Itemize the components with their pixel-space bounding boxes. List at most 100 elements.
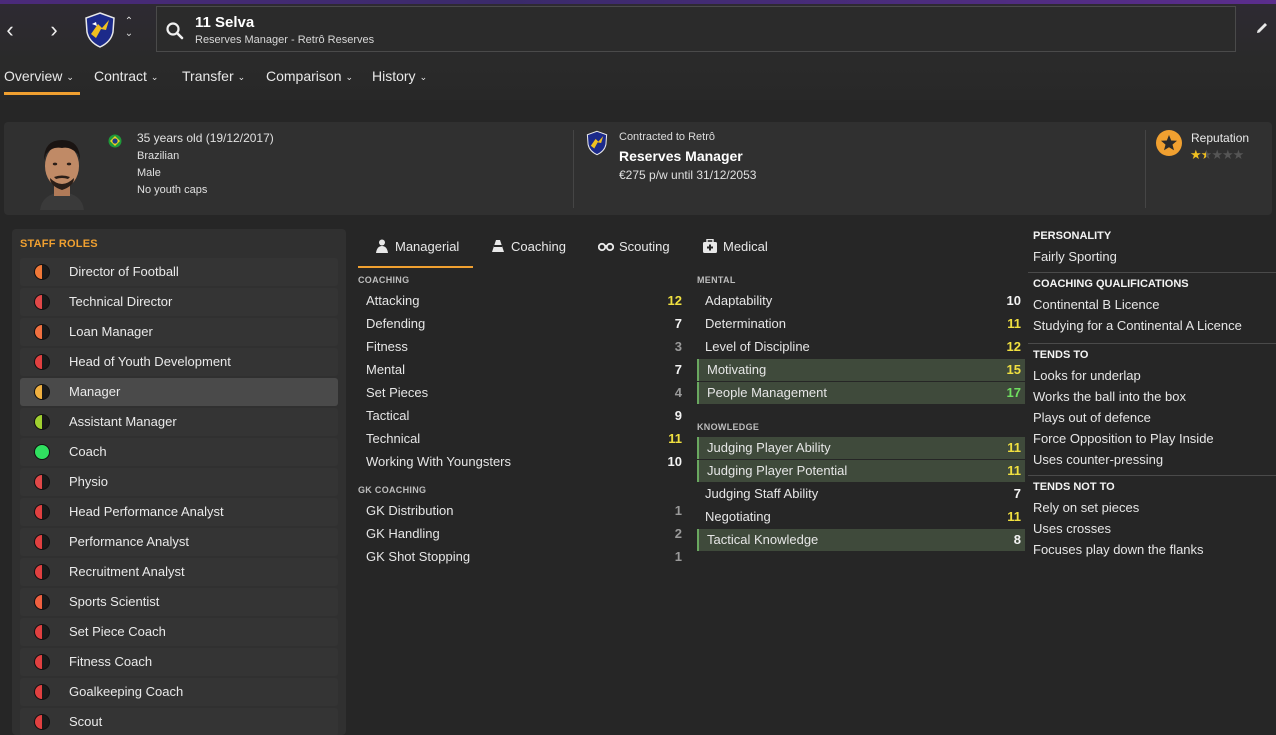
tab-label: Scouting — [619, 239, 670, 254]
contract-wage: €275 p/w until 31/12/2053 — [619, 168, 757, 182]
qualifications-title: COACHING QUALIFICATIONS — [1033, 278, 1189, 290]
attribute-value: 9 — [674, 408, 682, 423]
attribute-value: 10 — [667, 454, 682, 469]
tab-coaching[interactable]: Coaching — [490, 234, 566, 268]
binoculars-icon — [598, 242, 614, 252]
attribute-name: Determination — [705, 316, 786, 331]
attribute-name: Attacking — [366, 293, 420, 308]
staff-role-item[interactable]: Technical Director — [20, 288, 338, 316]
tab-comparison[interactable]: Comparison ⌄ — [266, 66, 353, 94]
tab-history[interactable]: History ⌄ — [372, 66, 427, 94]
attribute-row[interactable]: Motivating 15 — [697, 359, 1025, 381]
attribute-row[interactable]: Fitness 3 — [358, 336, 686, 358]
tab-transfer[interactable]: Transfer ⌄ — [182, 66, 245, 94]
attribute-row[interactable]: Defending 7 — [358, 313, 686, 335]
forward-arrow-icon[interactable]: › — [44, 18, 64, 42]
nationality-text: Brazilian — [137, 150, 180, 162]
attribute-row[interactable]: Technical 11 — [358, 428, 686, 450]
attribute-row[interactable]: GK Handling 2 — [358, 523, 686, 545]
attribute-row[interactable]: Tactical 9 — [358, 405, 686, 427]
side-list-item: Studying for a Continental A Licence — [1033, 318, 1242, 333]
role-suitability-icon — [34, 354, 50, 370]
staff-role-item[interactable]: Manager — [20, 378, 338, 406]
role-label: Physio — [69, 474, 109, 489]
divider — [1145, 130, 1146, 208]
attribute-row[interactable]: GK Shot Stopping 1 — [358, 546, 686, 568]
staff-role-item[interactable]: Fitness Coach — [20, 648, 338, 676]
attribute-row[interactable]: GK Distribution 1 — [358, 500, 686, 522]
title-search-box[interactable]: 11 Selva Reserves Manager - Retrô Reserv… — [156, 6, 1236, 52]
tab-label: Managerial — [395, 239, 460, 254]
role-label: Recruitment Analyst — [69, 564, 185, 579]
brazil-flag-icon — [108, 134, 122, 148]
side-list-item: Focuses play down the flanks — [1033, 542, 1204, 557]
top-bar: ‹ › ⌃ ⌄ 11 Selva Reserves Manager - Retrô… — [0, 0, 1276, 100]
attribute-row[interactable]: Judging Player Potential 11 — [697, 460, 1025, 482]
pencil-icon[interactable] — [1254, 20, 1270, 36]
up-down-switch-icon[interactable]: ⌃ ⌄ — [122, 16, 136, 40]
star-icon: ★ — [1190, 147, 1202, 162]
attribute-row[interactable]: Judging Player Ability 11 — [697, 437, 1025, 459]
tab-managerial[interactable]: Managerial — [358, 234, 473, 268]
contract-label[interactable]: Contracted to Retrô — [619, 131, 715, 143]
tab-contract[interactable]: Contract ⌄ — [94, 66, 158, 94]
staff-role-item[interactable]: Head of Youth Development — [20, 348, 338, 376]
mental-title: MENTAL — [697, 275, 736, 285]
role-label: Director of Football — [69, 264, 179, 279]
role-suitability-icon — [34, 564, 50, 580]
staff-role-item[interactable]: Set Piece Coach — [20, 618, 338, 646]
attribute-name: People Management — [707, 385, 827, 400]
tab-overview[interactable]: Overview ⌄ — [4, 66, 80, 95]
youth-caps-text: No youth caps — [137, 184, 208, 196]
coaching-cone-icon — [492, 240, 504, 252]
divider — [573, 130, 574, 208]
gk-coaching-title: GK COACHING — [358, 485, 427, 495]
reputation-stars: ★★★★★ — [1190, 147, 1244, 163]
attribute-name: Working With Youngsters — [366, 454, 511, 469]
attribute-row[interactable]: Set Pieces 4 — [358, 382, 686, 404]
attribute-row[interactable]: Tactical Knowledge 8 — [697, 529, 1025, 551]
star-icon: ★ — [1200, 147, 1213, 162]
tab-label: History — [372, 68, 416, 84]
profile-strip: 35 years old (19/12/2017) Brazilian Male… — [4, 122, 1272, 215]
attribute-name: Defending — [366, 316, 426, 331]
attribute-row[interactable]: Adaptability 10 — [697, 290, 1025, 312]
role-label: Head of Youth Development — [69, 354, 231, 369]
attribute-row[interactable]: People Management 17 — [697, 382, 1025, 404]
club-crest-icon — [85, 12, 115, 48]
reputation-label: Reputation — [1191, 131, 1250, 145]
attribute-row[interactable]: Working With Youngsters 10 — [358, 451, 686, 473]
tab-medical[interactable]: Medical — [702, 234, 768, 268]
attribute-value: 3 — [674, 339, 682, 354]
staff-role-item[interactable]: Director of Football — [20, 258, 338, 286]
staff-role-item[interactable]: Sports Scientist — [20, 588, 338, 616]
staff-role-item[interactable]: Head Performance Analyst — [20, 498, 338, 526]
attribute-row[interactable]: Judging Staff Ability 7 — [697, 483, 1025, 505]
divider — [1028, 343, 1276, 344]
role-label: Scout — [69, 714, 103, 729]
attribute-row[interactable]: Determination 11 — [697, 313, 1025, 335]
star-badge-icon — [1156, 130, 1182, 156]
star-icon: ★ — [1211, 147, 1223, 162]
staff-role-item[interactable]: Recruitment Analyst — [20, 558, 338, 586]
staff-role-item[interactable]: Coach — [20, 438, 338, 466]
staff-role-item[interactable]: Scout — [20, 708, 338, 735]
attribute-name: Level of Discipline — [705, 339, 810, 354]
chevron-down-icon: ⌄ — [237, 72, 246, 82]
attribute-row[interactable]: Mental 7 — [358, 359, 686, 381]
back-arrow-icon[interactable]: ‹ — [0, 18, 20, 42]
attribute-row[interactable]: Level of Discipline 12 — [697, 336, 1025, 358]
tab-scouting[interactable]: Scouting — [598, 234, 670, 268]
staff-role-item[interactable]: Goalkeeping Coach — [20, 678, 338, 706]
attribute-value: 11 — [1007, 440, 1021, 455]
staff-role-item[interactable]: Physio — [20, 468, 338, 496]
attribute-value: 11 — [1007, 509, 1021, 524]
role-suitability-icon — [34, 534, 50, 550]
staff-role-item[interactable]: Assistant Manager — [20, 408, 338, 436]
attribute-value: 11 — [1007, 316, 1021, 331]
attribute-row[interactable]: Negotiating 11 — [697, 506, 1025, 528]
attribute-row[interactable]: Attacking 12 — [358, 290, 686, 312]
staff-role-item[interactable]: Loan Manager — [20, 318, 338, 346]
staff-role-item[interactable]: Performance Analyst — [20, 528, 338, 556]
attribute-name: Tactical Knowledge — [707, 532, 819, 547]
